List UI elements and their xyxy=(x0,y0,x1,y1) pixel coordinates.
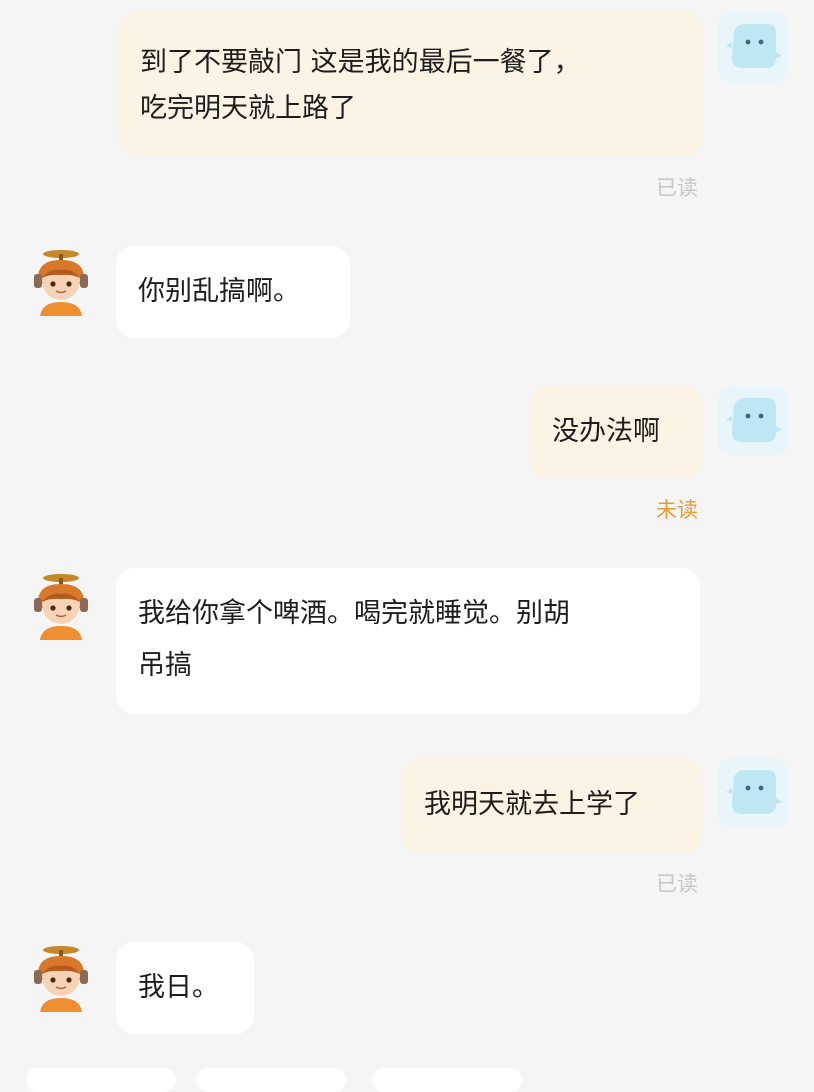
message-bubble-incoming[interactable]: 我日。 xyxy=(116,942,254,1034)
quick-action-pill[interactable] xyxy=(372,1068,522,1092)
message-bubble-outgoing[interactable]: 我明天就去上学了 xyxy=(402,758,702,852)
contact-avatar-icon[interactable] xyxy=(26,940,96,1012)
message-bubble-incoming[interactable]: 你别乱搞啊。 xyxy=(116,246,350,338)
read-status: 已读 xyxy=(656,176,698,200)
self-avatar-icon[interactable] xyxy=(718,12,788,82)
unread-status: 未读 xyxy=(656,498,698,522)
read-status: 已读 xyxy=(656,872,698,896)
self-avatar-icon[interactable] xyxy=(718,758,788,828)
message-bubble-outgoing[interactable]: 到了不要敲门 这是我的最后一餐了， 吃完明天就上路了 xyxy=(118,12,702,156)
quick-action-pill[interactable] xyxy=(196,1068,346,1092)
chat-thread: 到了不要敲门 这是我的最后一餐了， 吃完明天就上路了 已读 你别乱搞啊。 没办法… xyxy=(0,0,814,1092)
bottom-quick-actions xyxy=(0,1058,814,1092)
contact-avatar-icon[interactable] xyxy=(26,568,96,640)
self-avatar-icon[interactable] xyxy=(718,386,788,456)
contact-avatar-icon[interactable] xyxy=(26,244,96,316)
message-bubble-outgoing[interactable]: 没办法啊 xyxy=(530,386,702,478)
quick-action-pill[interactable] xyxy=(26,1068,176,1092)
message-bubble-incoming[interactable]: 我给你拿个啤酒。喝完就睡觉。别胡 吊搞 xyxy=(116,568,700,714)
